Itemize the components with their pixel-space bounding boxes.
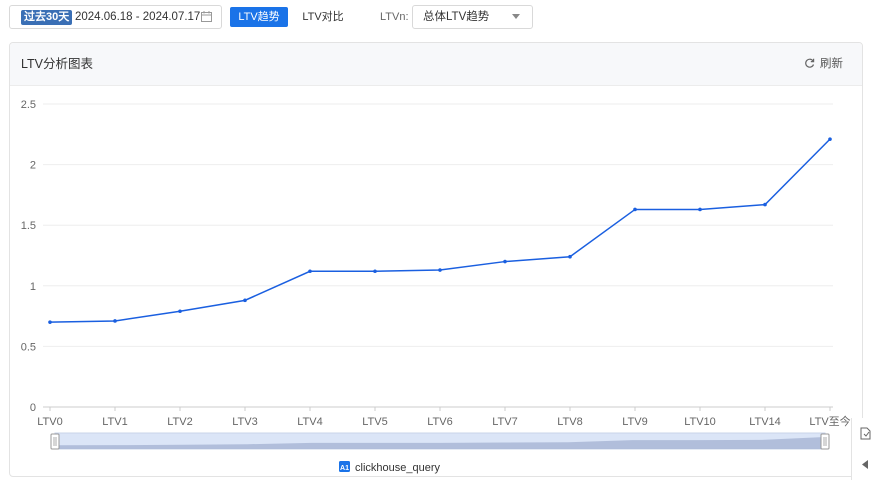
data-point: [568, 254, 572, 259]
data-point: [373, 269, 377, 274]
side-toolbar: [851, 418, 878, 480]
legend-label: clickhouse_query: [355, 462, 440, 474]
x-tick-label: LTV5: [362, 416, 387, 428]
x-tick-label: LTV9: [622, 416, 647, 428]
x-tick-label: LTV3: [232, 416, 257, 428]
collapse-left-icon[interactable]: [861, 460, 869, 469]
x-tick-label: LTV10: [684, 416, 716, 428]
series-line: [49, 138, 831, 323]
y-tick-label: 2.5: [21, 99, 36, 111]
data-point: [503, 259, 507, 264]
data-point: [243, 298, 247, 303]
data-point: [698, 207, 702, 212]
legend-badge-text: A1: [340, 465, 349, 472]
x-tick-label: LTV6: [427, 416, 452, 428]
y-tick-label: 0: [30, 402, 36, 414]
data-point: [438, 268, 442, 272]
x-tick-label: LTV1: [102, 416, 127, 428]
y-tick-label: 0.5: [21, 341, 36, 353]
x-tick-label: LTV2: [167, 416, 192, 428]
data-point: [763, 202, 767, 207]
x-tick-label: LTV0: [37, 416, 62, 428]
y-tick-label: 2: [30, 160, 36, 172]
data-point: [178, 309, 182, 314]
export-icon[interactable]: [860, 427, 872, 440]
data-point: [828, 137, 832, 141]
data-point: [113, 319, 117, 323]
x-tick-label: LTV至今: [809, 414, 850, 428]
y-tick-label: 1: [30, 281, 36, 293]
x-tick-label: LTV4: [297, 416, 322, 428]
data-point: [48, 320, 52, 324]
y-tick-label: 1.5: [21, 220, 36, 232]
ltv-line-chart: 0 0.5 1 1.5 2 2.5 LTV0 LTV1 LTV2 LTV3 LTV4 LTV5 LTV…: [21, 99, 851, 474]
x-tick-label: LTV14: [749, 416, 781, 428]
x-tick-label: LTV7: [492, 416, 517, 428]
zoom-handle-right[interactable]: [820, 433, 830, 450]
x-tick-label: LTV8: [557, 416, 582, 428]
data-point: [633, 207, 637, 212]
zoom-handle-left[interactable]: [50, 433, 60, 450]
data-point: [308, 269, 312, 274]
